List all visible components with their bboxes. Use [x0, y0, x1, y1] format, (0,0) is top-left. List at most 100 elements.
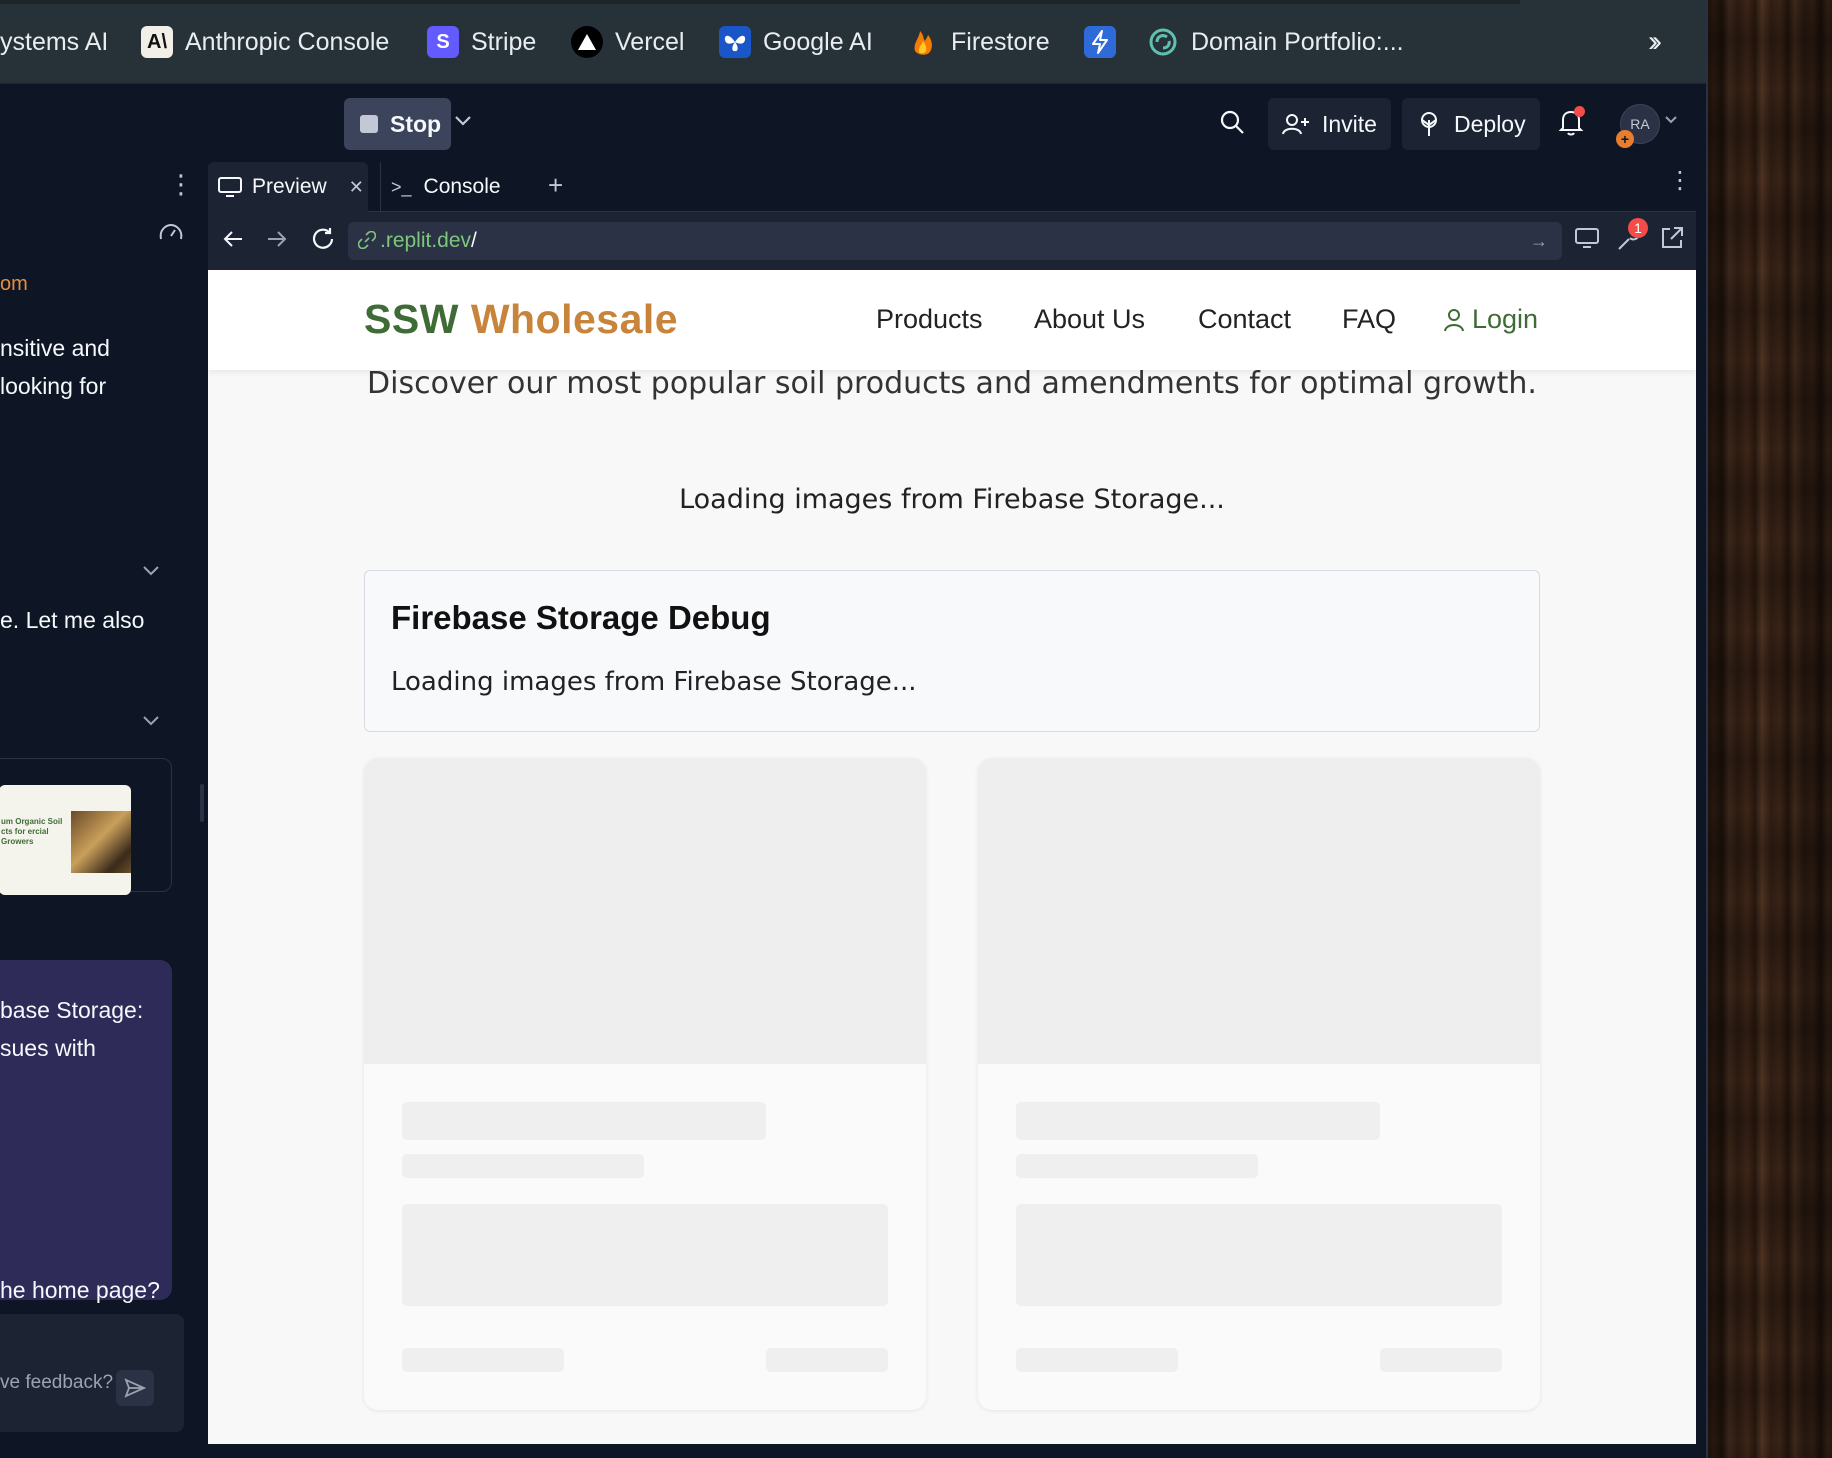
nav-about-us[interactable]: About Us [1034, 304, 1145, 335]
chevron-down-icon[interactable] [454, 110, 472, 133]
bookmark-stripe[interactable]: S Stripe [427, 22, 536, 62]
site-logo[interactable]: SSW Wholesale [364, 296, 678, 343]
section-subtitle: Discover our most popular soil products … [367, 366, 1537, 401]
agent-chat-panel: ⋮ om nsitive and looking for e. Let me a… [0, 162, 196, 1458]
bookmark-bolt[interactable] [1084, 22, 1128, 62]
chat-line: om [0, 273, 28, 295]
chat-input-placeholder: ve feedback? [0, 1372, 114, 1393]
chevron-down-icon[interactable] [142, 560, 160, 583]
tab-console[interactable]: >_ Console [380, 162, 540, 212]
preview-url-bar: .replit.dev/ → 1 [208, 212, 1696, 270]
skeleton-title [1016, 1102, 1380, 1140]
go-arrow-icon[interactable]: → [1530, 222, 1548, 260]
panel-resize-handle[interactable] [200, 784, 204, 822]
url-field[interactable]: .replit.dev/ → [348, 222, 1562, 260]
close-icon[interactable]: ✕ [349, 177, 364, 198]
url-path: / [471, 229, 477, 252]
chevron-down-icon[interactable] [1664, 112, 1678, 130]
debug-panel: Firebase Storage Debug Loading images fr… [364, 570, 1540, 732]
open-external-icon[interactable] [1660, 226, 1684, 255]
devices-icon[interactable] [1574, 226, 1600, 255]
back-arrow-icon[interactable] [222, 228, 244, 256]
chat-line: sues with [0, 1035, 96, 1061]
app-header: Stop Invite Deploy RA + [0, 84, 1706, 162]
link-icon [357, 230, 377, 250]
nav-contact[interactable]: Contact [1198, 304, 1291, 335]
terminal-icon: >_ [391, 176, 412, 197]
search-icon[interactable] [1218, 108, 1248, 138]
stripe-icon: S [427, 26, 459, 58]
pane-tabs: Preview ✕ >_ Console + ⋮ [208, 162, 1696, 212]
chat-line: base Storage: [0, 997, 144, 1023]
firebase-icon [907, 26, 939, 58]
anthropic-icon: A\ [141, 26, 173, 58]
bookmark-vercel[interactable]: Vercel [571, 22, 684, 62]
product-card-skeleton [978, 758, 1540, 1410]
notification-dot [1574, 106, 1585, 117]
forward-arrow-icon[interactable] [266, 228, 288, 256]
nav-products[interactable]: Products [876, 304, 983, 335]
chat-line: he home page? [0, 1277, 160, 1303]
bookmark-domain-portfolio[interactable]: Domain Portfolio:... [1147, 22, 1404, 62]
image-placeholder [978, 758, 1540, 1064]
login-link[interactable]: Login [1444, 304, 1538, 335]
send-icon[interactable] [116, 1370, 154, 1406]
product-card-skeleton [364, 758, 926, 1410]
stop-button[interactable]: Stop [344, 98, 451, 150]
debug-title: Firebase Storage Debug [391, 599, 771, 636]
thumbnail-hero-image [71, 811, 131, 873]
add-tab-icon[interactable]: + [548, 170, 563, 201]
screenshot-attachment[interactable]: um Organic Soil cts for ercial Growers [0, 758, 172, 895]
skeleton-description [1016, 1204, 1502, 1306]
add-user-icon [1282, 114, 1309, 135]
bookmark-systems-ai[interactable]: ystems AI [0, 22, 108, 62]
chevron-down-icon[interactable] [142, 710, 160, 733]
bookmark-firestore[interactable]: Firestore [907, 22, 1050, 62]
image-placeholder [364, 758, 926, 1064]
screenshot-thumbnail: um Organic Soil cts for ercial Growers [0, 785, 131, 895]
browser-window: ystems AI A\ Anthropic Console S Stripe … [0, 0, 1708, 1458]
skeleton-button [1380, 1348, 1502, 1372]
skeleton-title [402, 1102, 766, 1140]
skeleton-description [402, 1204, 888, 1306]
invite-button[interactable]: Invite [1268, 98, 1391, 150]
deploy-icon [1421, 112, 1437, 136]
nav-faq[interactable]: FAQ [1342, 304, 1396, 335]
bookmark-anthropic-console[interactable]: A\ Anthropic Console [141, 22, 389, 62]
site-preview: SSW Wholesale Products About Us Contact … [208, 270, 1696, 1444]
tab-preview[interactable]: Preview ✕ [208, 162, 368, 212]
bookmark-google-ai[interactable]: Google AI [719, 22, 873, 62]
bookmarks-bar: ystems AI A\ Anthropic Console S Stripe … [0, 0, 1706, 84]
gauge-icon[interactable] [158, 222, 184, 247]
bookmarks-overflow-icon[interactable]: ›› [1648, 22, 1662, 62]
monitor-icon [218, 177, 242, 197]
skeleton-price [1016, 1348, 1178, 1372]
domain-icon [1147, 26, 1179, 58]
chat-line: looking for [0, 373, 107, 399]
desktop-wallpaper [1705, 0, 1832, 1458]
refresh-icon[interactable] [310, 226, 336, 259]
google-ai-icon [719, 26, 751, 58]
skeleton-subtitle [1016, 1154, 1258, 1178]
loading-message: Loading images from Firebase Storage... [679, 484, 1225, 515]
chat-input[interactable]: ve feedback? [0, 1314, 184, 1432]
skeleton-price [402, 1348, 564, 1372]
debug-text: Loading images from Firebase Storage... [391, 667, 917, 697]
bolt-icon [1084, 26, 1116, 58]
vercel-icon [571, 26, 603, 58]
url-host: .replit.dev [380, 229, 472, 252]
more-options-icon[interactable]: ⋮ [168, 171, 194, 197]
site-navbar: SSW Wholesale Products About Us Contact … [208, 270, 1696, 370]
plus-badge-icon: + [1616, 130, 1634, 148]
deploy-button[interactable]: Deploy [1402, 98, 1540, 150]
devtools-badge: 1 [1628, 218, 1648, 238]
stop-icon [360, 115, 378, 133]
more-options-icon[interactable]: ⋮ [1668, 169, 1692, 193]
chat-line: nsitive and [0, 335, 110, 361]
skeleton-button [766, 1348, 888, 1372]
chat-line: e. Let me also [0, 607, 145, 633]
user-icon [1444, 308, 1464, 331]
bookmark-label: ystems AI [0, 27, 109, 56]
thumbnail-text: um Organic Soil cts for ercial Growers [1, 817, 63, 846]
skeleton-subtitle [402, 1154, 644, 1178]
